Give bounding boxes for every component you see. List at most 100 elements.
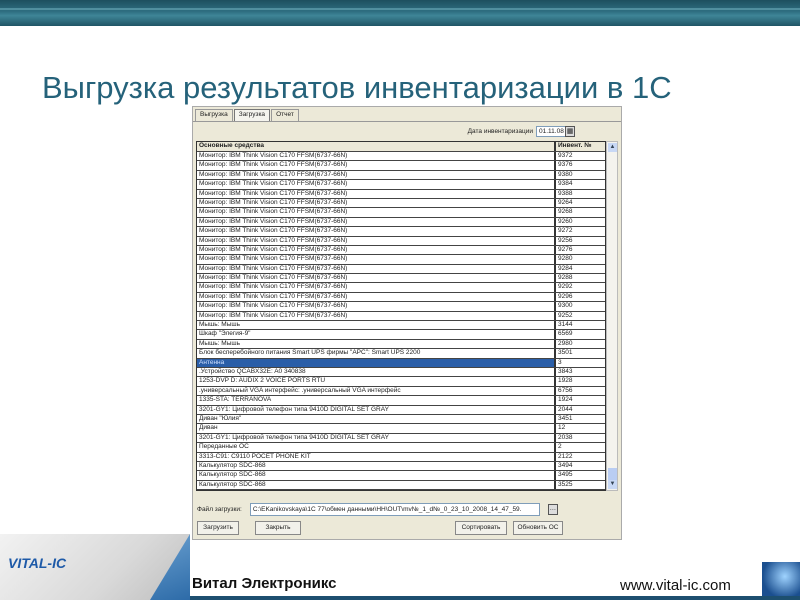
table-row[interactable]: Калькулятор SDC-868 3495 [197, 471, 605, 481]
table-row[interactable]: Калькулятор SDC-868 3525 [197, 480, 605, 491]
inv-number-cell[interactable]: 9300 [556, 302, 605, 310]
inv-number-cell[interactable]: 9380 [556, 171, 605, 179]
table-row[interactable]: Монитор: IBM Think Vision C170 FFSM(6737… [197, 189, 605, 199]
asset-name-cell[interactable]: 3201-GY1: Цифровой телефон типа 9410D DI… [197, 405, 556, 414]
asset-name-cell[interactable]: Монитор: IBM Think Vision C170 FFSM(6737… [197, 264, 556, 274]
inv-number-cell[interactable]: 2980 [556, 340, 605, 348]
calendar-icon[interactable]: ▦ [565, 126, 575, 137]
inv-number-cell[interactable]: 3501 [556, 349, 605, 357]
asset-name-cell[interactable]: Монитор: IBM Think Vision C170 FFSM(6737… [197, 311, 556, 321]
asset-name-cell[interactable]: Шкаф "Элегия-9" [197, 330, 556, 339]
asset-name-cell[interactable]: Монитор: IBM Think Vision C170 FFSM(6737… [197, 236, 556, 245]
inv-number-cell[interactable]: 3494 [556, 462, 605, 470]
scroll-up-icon[interactable]: ▲ [608, 143, 617, 152]
inv-number-cell[interactable]: 9288 [556, 274, 605, 282]
table-row[interactable]: Антенна 3 [197, 358, 605, 368]
asset-name-cell[interactable]: 1335-STA: TERRANOVA [197, 396, 556, 405]
inv-number-cell[interactable]: 3525 [556, 481, 605, 489]
asset-name-cell[interactable]: Блок бесперебойного питания Smart UPS фи… [197, 349, 556, 358]
sort-button[interactable]: Сортировать [455, 521, 507, 535]
asset-name-cell[interactable]: Монитор: IBM Think Vision C170 FFSM(6737… [197, 161, 556, 170]
asset-name-cell[interactable]: 1253-DVP D: AUDIX 2 VOICE PORTS RTU [197, 377, 556, 386]
inv-number-cell[interactable]: 9264 [556, 199, 605, 207]
inv-number-cell[interactable]: 3843 [556, 368, 605, 376]
scroll-down-icon[interactable]: ▼ [608, 480, 617, 489]
asset-name-cell[interactable]: Монитор: IBM Think Vision C170 FFSM(6737… [197, 292, 556, 302]
table-row[interactable]: Мышь: Мышь 2980 [197, 339, 605, 350]
load-button[interactable]: Загрузить [197, 521, 239, 535]
asset-name-cell[interactable]: Монитор: IBM Think Vision C170 FFSM(6737… [197, 170, 556, 180]
browse-button[interactable]: … [547, 504, 558, 515]
asset-name-cell[interactable]: Монитор: IBM Think Vision C170 FFSM(6737… [197, 217, 556, 227]
table-row[interactable]: Монитор: IBM Think Vision C170 FFSM(6737… [197, 264, 605, 275]
table-row[interactable]: .Устройство QCABX32E: A0 340838 3843 [197, 367, 605, 378]
inv-number-cell[interactable]: 9284 [556, 265, 605, 273]
asset-name-cell[interactable]: Калькулятор SDC-868 [197, 480, 556, 490]
asset-name-cell[interactable]: 3201-GY1: Цифровой телефон типа 9410D DI… [197, 433, 556, 443]
table-row[interactable]: 3201-GY1: Цифровой телефон типа 9410D DI… [197, 405, 605, 415]
asset-name-cell[interactable]: Монитор: IBM Think Vision C170 FFSM(6737… [197, 208, 556, 217]
inv-number-cell[interactable]: 9272 [556, 227, 605, 235]
table-row[interactable]: Переданные ОС 2 [197, 443, 605, 453]
table-row[interactable]: Монитор: IBM Think Vision C170 FFSM(6737… [197, 292, 605, 303]
asset-name-cell[interactable]: Монитор: IBM Think Vision C170 FFSM(6737… [197, 255, 556, 264]
table-row[interactable]: Монитор: IBM Think Vision C170 FFSM(6737… [197, 311, 605, 322]
asset-name-cell[interactable]: Монитор: IBM Think Vision C170 FFSM(6737… [197, 302, 556, 311]
asset-name-cell[interactable]: Диван [197, 424, 556, 433]
inv-number-cell[interactable]: 9256 [556, 237, 605, 245]
table-row[interactable]: 3313-C91: C9110 POCET PHONE KIT 2122 [197, 452, 605, 462]
table-row[interactable]: Монитор: IBM Think Vision C170 FFSM(6737… [197, 180, 605, 190]
table-row[interactable]: Диван 12 [197, 424, 605, 434]
inv-number-cell[interactable]: 1924 [556, 396, 605, 404]
inv-number-cell[interactable]: 2 [556, 443, 605, 451]
table-row[interactable]: Блок бесперебойного питания Smart UPS фи… [197, 349, 605, 359]
table-row[interactable]: Монитор: IBM Think Vision C170 FFSM(6737… [197, 245, 605, 256]
inv-number-cell[interactable]: 3144 [556, 321, 605, 329]
asset-name-cell[interactable]: Мышь: Мышь [197, 339, 556, 349]
table-row[interactable]: Монитор: IBM Think Vision C170 FFSM(6737… [197, 283, 605, 293]
asset-name-cell[interactable]: Монитор: IBM Think Vision C170 FFSM(6737… [197, 245, 556, 255]
tab-import[interactable]: Загрузка [233, 109, 271, 121]
asset-name-cell[interactable]: Диван "Юлия" [197, 414, 556, 424]
table-row[interactable]: Калькулятор SDC-868 3494 [197, 461, 605, 472]
asset-name-cell[interactable]: Мышь: Мышь [197, 321, 556, 330]
table-row[interactable]: Монитор: IBM Think Vision C170 FFSM(6737… [197, 208, 605, 218]
inv-number-cell[interactable]: 9268 [556, 208, 605, 216]
table-row[interactable]: Монитор: IBM Think Vision C170 FFSM(6737… [197, 255, 605, 265]
table-row[interactable]: Монитор: IBM Think Vision C170 FFSM(6737… [197, 217, 605, 228]
inv-number-cell[interactable]: 9260 [556, 218, 605, 226]
asset-name-cell[interactable]: Монитор: IBM Think Vision C170 FFSM(6737… [197, 189, 556, 198]
asset-name-cell[interactable]: Переданные ОС [197, 443, 556, 452]
table-row[interactable]: Монитор: IBM Think Vision C170 FFSM(6737… [197, 236, 605, 246]
table-row[interactable]: Монитор: IBM Think Vision C170 FFSM(6737… [197, 152, 605, 162]
table-row[interactable]: 1335-STA: TERRANOVA 1924 [197, 396, 605, 406]
table-row[interactable]: Мышь: Мышь 3144 [197, 321, 605, 331]
inv-number-cell[interactable]: 3451 [556, 415, 605, 423]
inv-number-cell[interactable]: 12 [556, 424, 605, 432]
asset-name-cell[interactable]: Антенна [197, 358, 556, 367]
table-row[interactable]: Монитор: IBM Think Vision C170 FFSM(6737… [197, 170, 605, 181]
table-row[interactable]: Монитор: IBM Think Vision C170 FFSM(6737… [197, 227, 605, 237]
table-row[interactable]: Монитор: IBM Think Vision C170 FFSM(6737… [197, 274, 605, 284]
inv-number-cell[interactable]: 9252 [556, 312, 605, 320]
inv-number-cell[interactable]: 1928 [556, 377, 605, 385]
table-row[interactable]: Монитор: IBM Think Vision C170 FFSM(6737… [197, 198, 605, 209]
table-row[interactable]: 3201-GY1: Цифровой телефон типа 9410D DI… [197, 433, 605, 444]
asset-name-cell[interactable]: Монитор: IBM Think Vision C170 FFSM(6737… [197, 274, 556, 283]
table-row[interactable]: Монитор: IBM Think Vision C170 FFSM(6737… [197, 161, 605, 171]
asset-name-cell[interactable]: Монитор: IBM Think Vision C170 FFSM(6737… [197, 180, 556, 189]
inv-number-cell[interactable]: 3495 [556, 471, 605, 479]
inv-number-cell[interactable]: 9296 [556, 293, 605, 301]
asset-name-cell[interactable]: Монитор: IBM Think Vision C170 FFSM(6737… [197, 283, 556, 292]
table-row[interactable]: .универсальный VGA интерфейс: .универсал… [197, 386, 605, 397]
scrollbar[interactable]: ▲ ▼ [606, 141, 618, 491]
asset-name-cell[interactable]: Монитор: IBM Think Vision C170 FFSM(6737… [197, 152, 556, 161]
date-input[interactable]: 01.11.08 [536, 126, 566, 137]
asset-name-cell[interactable]: Калькулятор SDC-868 [197, 461, 556, 471]
table-row[interactable]: Монитор: IBM Think Vision C170 FFSM(6737… [197, 302, 605, 312]
asset-name-cell[interactable]: Монитор: IBM Think Vision C170 FFSM(6737… [197, 227, 556, 236]
asset-name-cell[interactable]: Монитор: IBM Think Vision C170 FFSM(6737… [197, 198, 556, 208]
close-button[interactable]: Закрыть [255, 521, 301, 535]
inv-number-cell[interactable]: 6756 [556, 387, 605, 395]
inv-number-cell[interactable]: 9388 [556, 190, 605, 198]
